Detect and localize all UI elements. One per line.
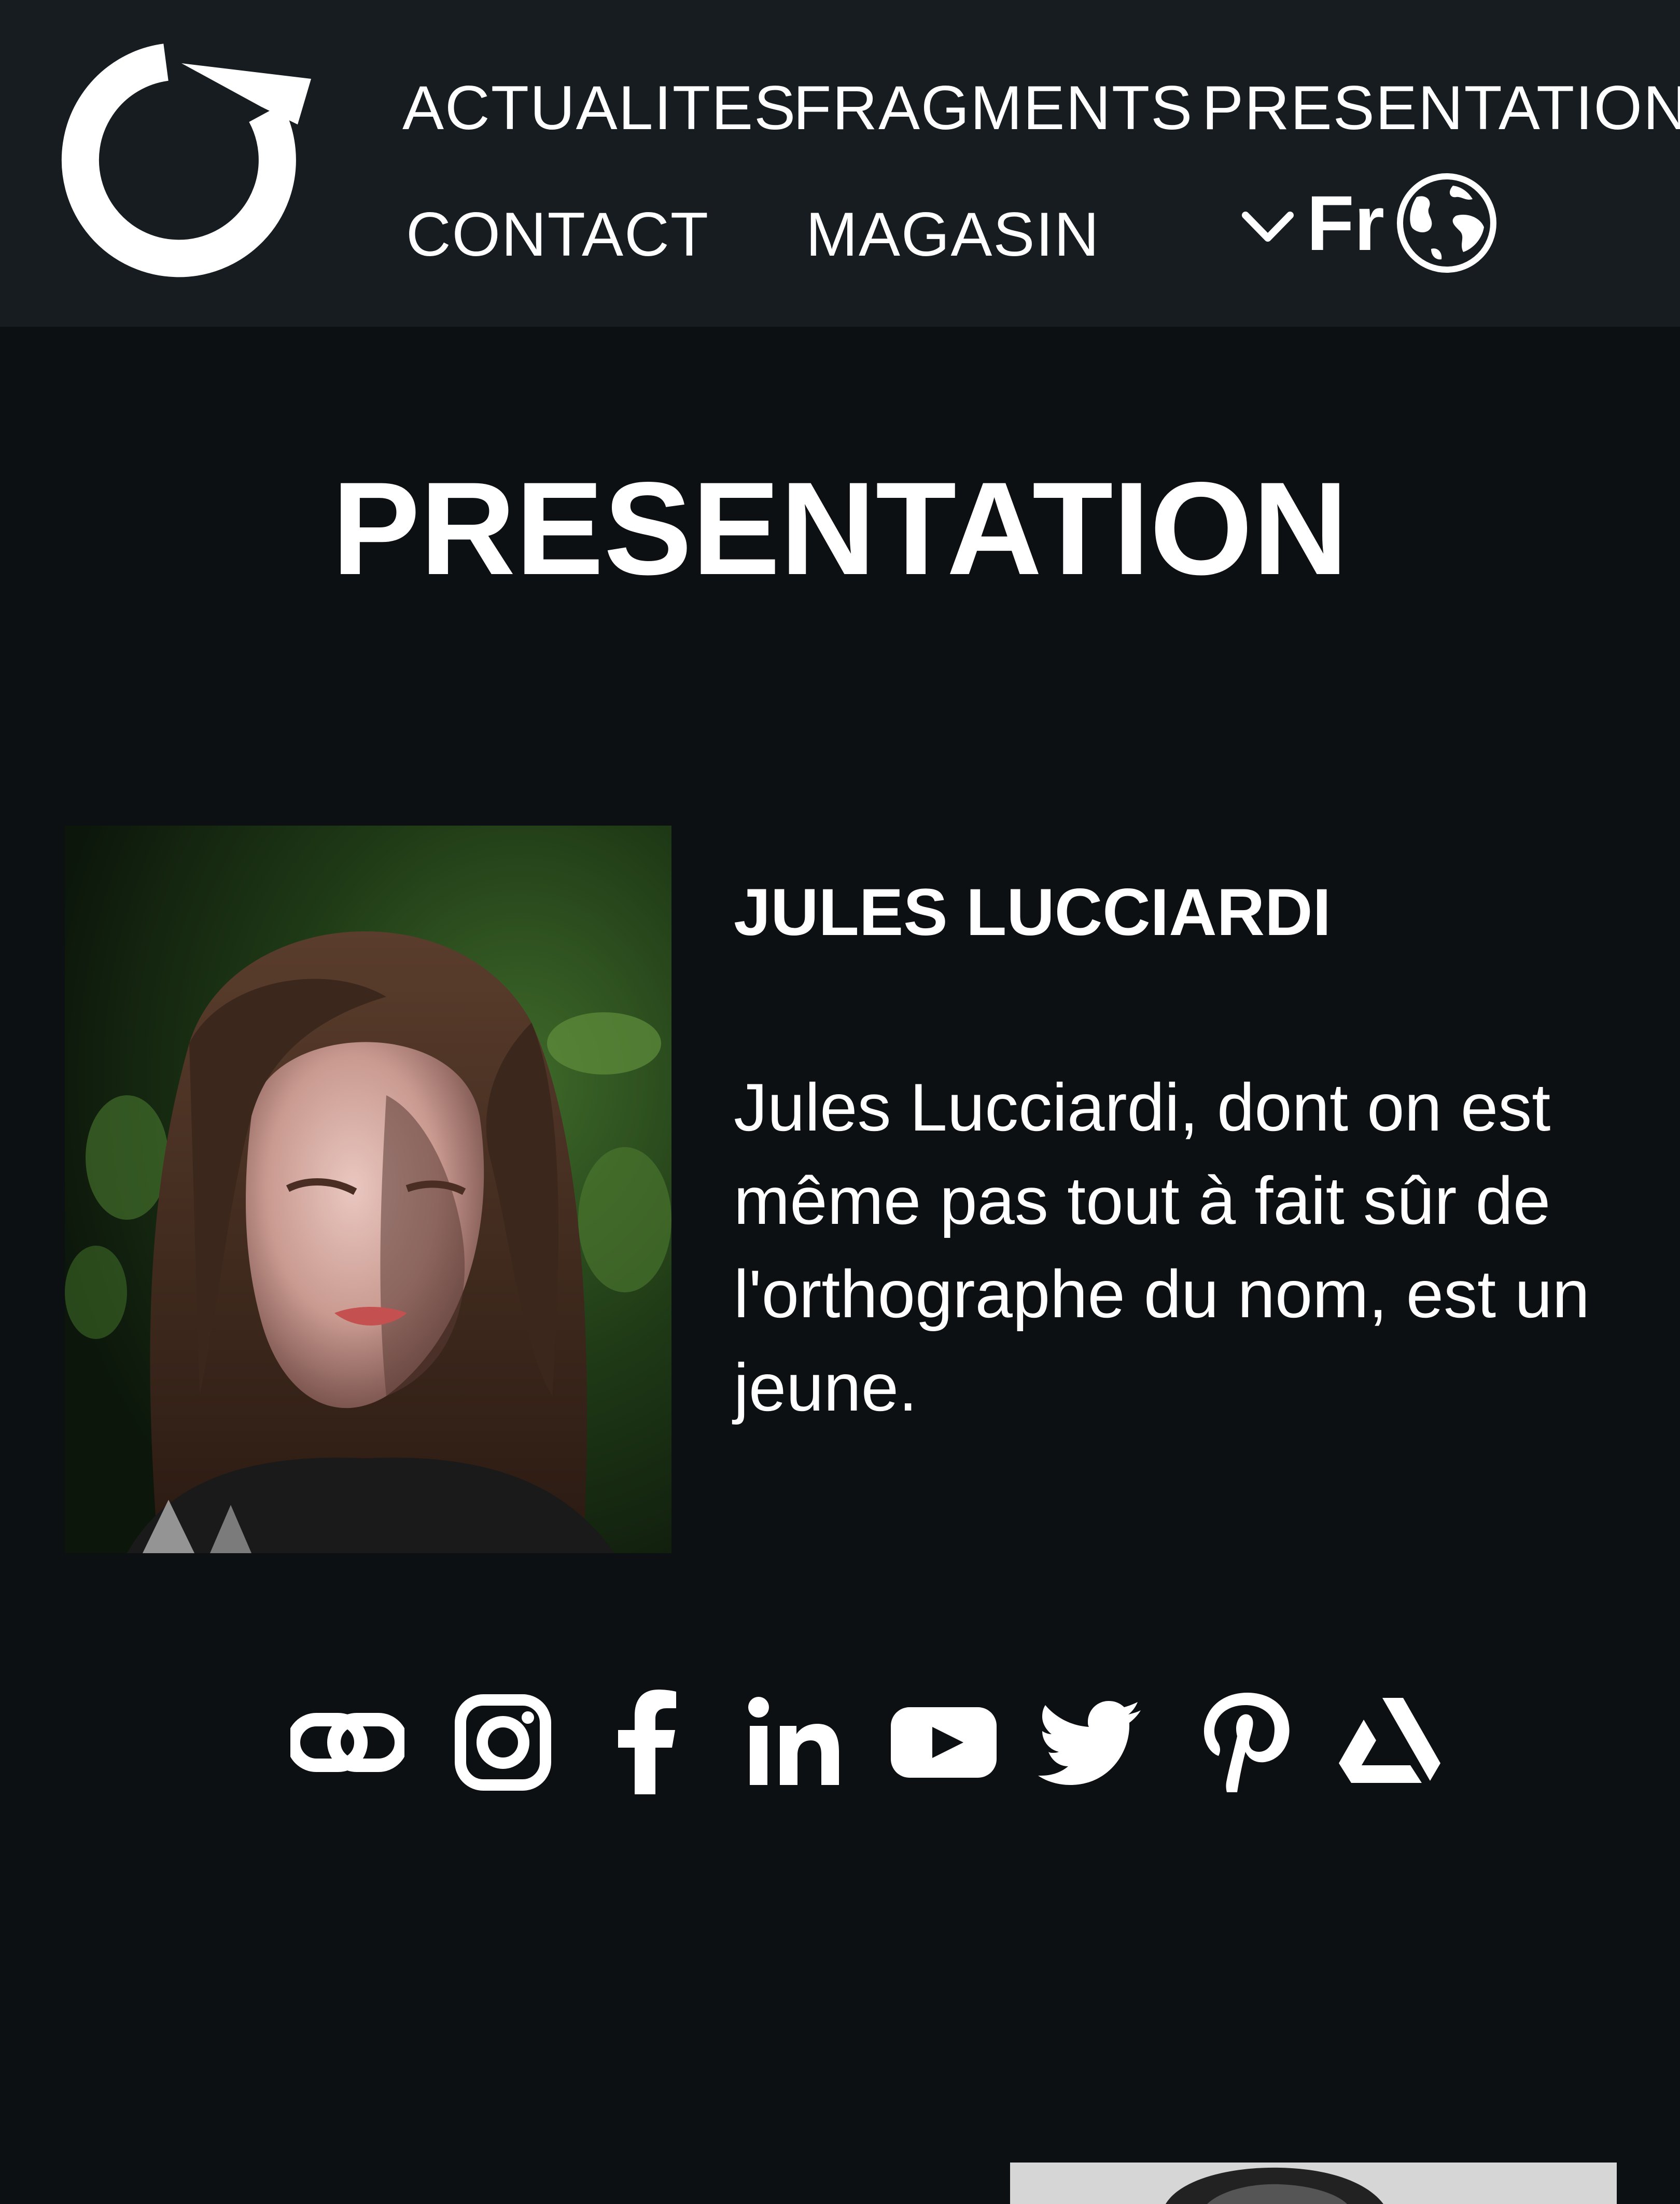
instagram-icon[interactable] [446, 1685, 560, 1800]
language-label: Fr [1307, 179, 1384, 267]
nav-item-magasin[interactable]: MAGASIN [806, 203, 1100, 266]
nav-item-contact[interactable]: CONTACT [406, 203, 709, 266]
nav-item-presentation[interactable]: PRESENTATION [1202, 77, 1680, 139]
social-links [290, 1685, 1440, 1800]
profile-name: JULES LUCCIARDI [734, 875, 1332, 950]
nav-item-actualites[interactable]: ACTUALITES [402, 77, 796, 139]
pinterest-icon[interactable] [1187, 1685, 1301, 1800]
link-icon[interactable] [290, 1685, 404, 1800]
site-header: ACTUALITES FRAGMENTS PRESENTATION CONTAC… [0, 0, 1680, 327]
site-logo[interactable] [52, 41, 321, 280]
language-switcher[interactable]: Fr [1239, 171, 1499, 275]
globe-icon [1397, 173, 1496, 273]
nav-item-fragments[interactable]: FRAGMENTS [793, 77, 1193, 139]
profile-photo [65, 826, 671, 1553]
next-section-image [1010, 2163, 1617, 2204]
linkedin-icon[interactable] [736, 1685, 850, 1800]
chevron-down-icon [1242, 212, 1294, 242]
artstation-icon[interactable] [1333, 1685, 1447, 1800]
youtube-icon[interactable] [887, 1685, 1001, 1800]
page-title: PRESENTATION [332, 455, 1348, 603]
profile-bio: Jules Lucciardi, dont on est même pas to… [734, 1069, 1590, 1425]
twitter-icon[interactable] [1037, 1685, 1151, 1800]
facebook-icon[interactable] [591, 1685, 705, 1800]
